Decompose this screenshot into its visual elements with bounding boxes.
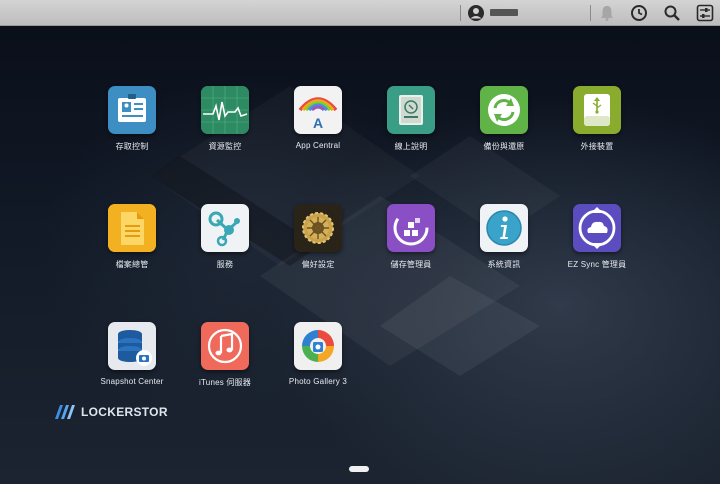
file-explorer-icon [108, 204, 156, 252]
app-label: EZ Sync 管理員 [567, 260, 627, 269]
app-central-icon: A [294, 86, 342, 134]
username-field[interactable] [490, 9, 518, 16]
app-label: Photo Gallery 3 [288, 377, 348, 386]
app-online-help[interactable]: 線上說明 [366, 86, 456, 186]
online-help-icon [387, 86, 435, 134]
app-label: 線上說明 [394, 142, 428, 151]
app-label: 服務 [216, 260, 234, 269]
app-label: 存取控制 [115, 142, 149, 151]
app-itunes-server[interactable]: iTunes 伺服器 [180, 322, 270, 422]
top-bar [0, 0, 720, 26]
app-storage-manager[interactable]: 儲存管理員 [366, 204, 456, 304]
app-photo-gallery[interactable]: Photo Gallery 3 [273, 322, 363, 422]
ez-sync-icon [573, 204, 621, 252]
app-label: 系統資訊 [487, 260, 521, 269]
app-label: iTunes 伺服器 [199, 378, 251, 387]
app-label: 備份與還原 [483, 142, 525, 151]
app-label: 偏好設定 [301, 260, 335, 269]
access-control-icon [108, 86, 156, 134]
clock-icon[interactable] [630, 4, 648, 22]
app-label: App Central [295, 141, 341, 150]
brand-logo: LOCKERSTOR [55, 404, 168, 420]
brand-stripes-icon [55, 405, 75, 419]
app-ez-sync[interactable]: EZ Sync 管理員 [552, 204, 642, 304]
app-app-central[interactable]: A App Central [273, 86, 363, 186]
app-label: 儲存管理員 [390, 260, 432, 269]
search-icon[interactable] [663, 4, 681, 22]
external-device-icon [573, 86, 621, 134]
system-info-icon [480, 204, 528, 252]
separator [590, 5, 591, 21]
app-preferences[interactable]: 偏好設定 [273, 204, 363, 304]
page-indicator[interactable] [349, 466, 369, 472]
app-backup-restore[interactable]: 備份與還原 [459, 86, 549, 186]
app-label: 外接裝置 [580, 142, 614, 151]
user-icon[interactable] [467, 4, 485, 22]
app-label: Snapshot Center [100, 377, 164, 386]
itunes-server-icon [201, 322, 249, 370]
svg-text:A: A [313, 115, 323, 131]
brand-name: LOCKERSTOR [81, 405, 168, 419]
snapshot-center-icon [108, 322, 156, 370]
backup-restore-icon [480, 86, 528, 134]
app-external-device[interactable]: 外接裝置 [552, 86, 642, 186]
notification-icon[interactable] [598, 4, 616, 22]
app-system-info[interactable]: 系統資訊 [459, 204, 549, 304]
app-file-explorer[interactable]: 檔案總管 [87, 204, 177, 304]
app-services[interactable]: 服務 [180, 204, 270, 304]
app-access-control[interactable]: 存取控制 [87, 86, 177, 186]
resource-monitor-icon [201, 86, 249, 134]
separator [460, 5, 461, 21]
photo-gallery-icon [294, 322, 342, 370]
preferences-icon [294, 204, 342, 252]
app-label: 檔案總管 [115, 260, 149, 269]
app-resource-monitor[interactable]: 資源監控 [180, 86, 270, 186]
settings-icon[interactable] [696, 4, 714, 22]
app-label: 資源監控 [208, 142, 242, 151]
storage-manager-icon [387, 204, 435, 252]
services-icon [201, 204, 249, 252]
